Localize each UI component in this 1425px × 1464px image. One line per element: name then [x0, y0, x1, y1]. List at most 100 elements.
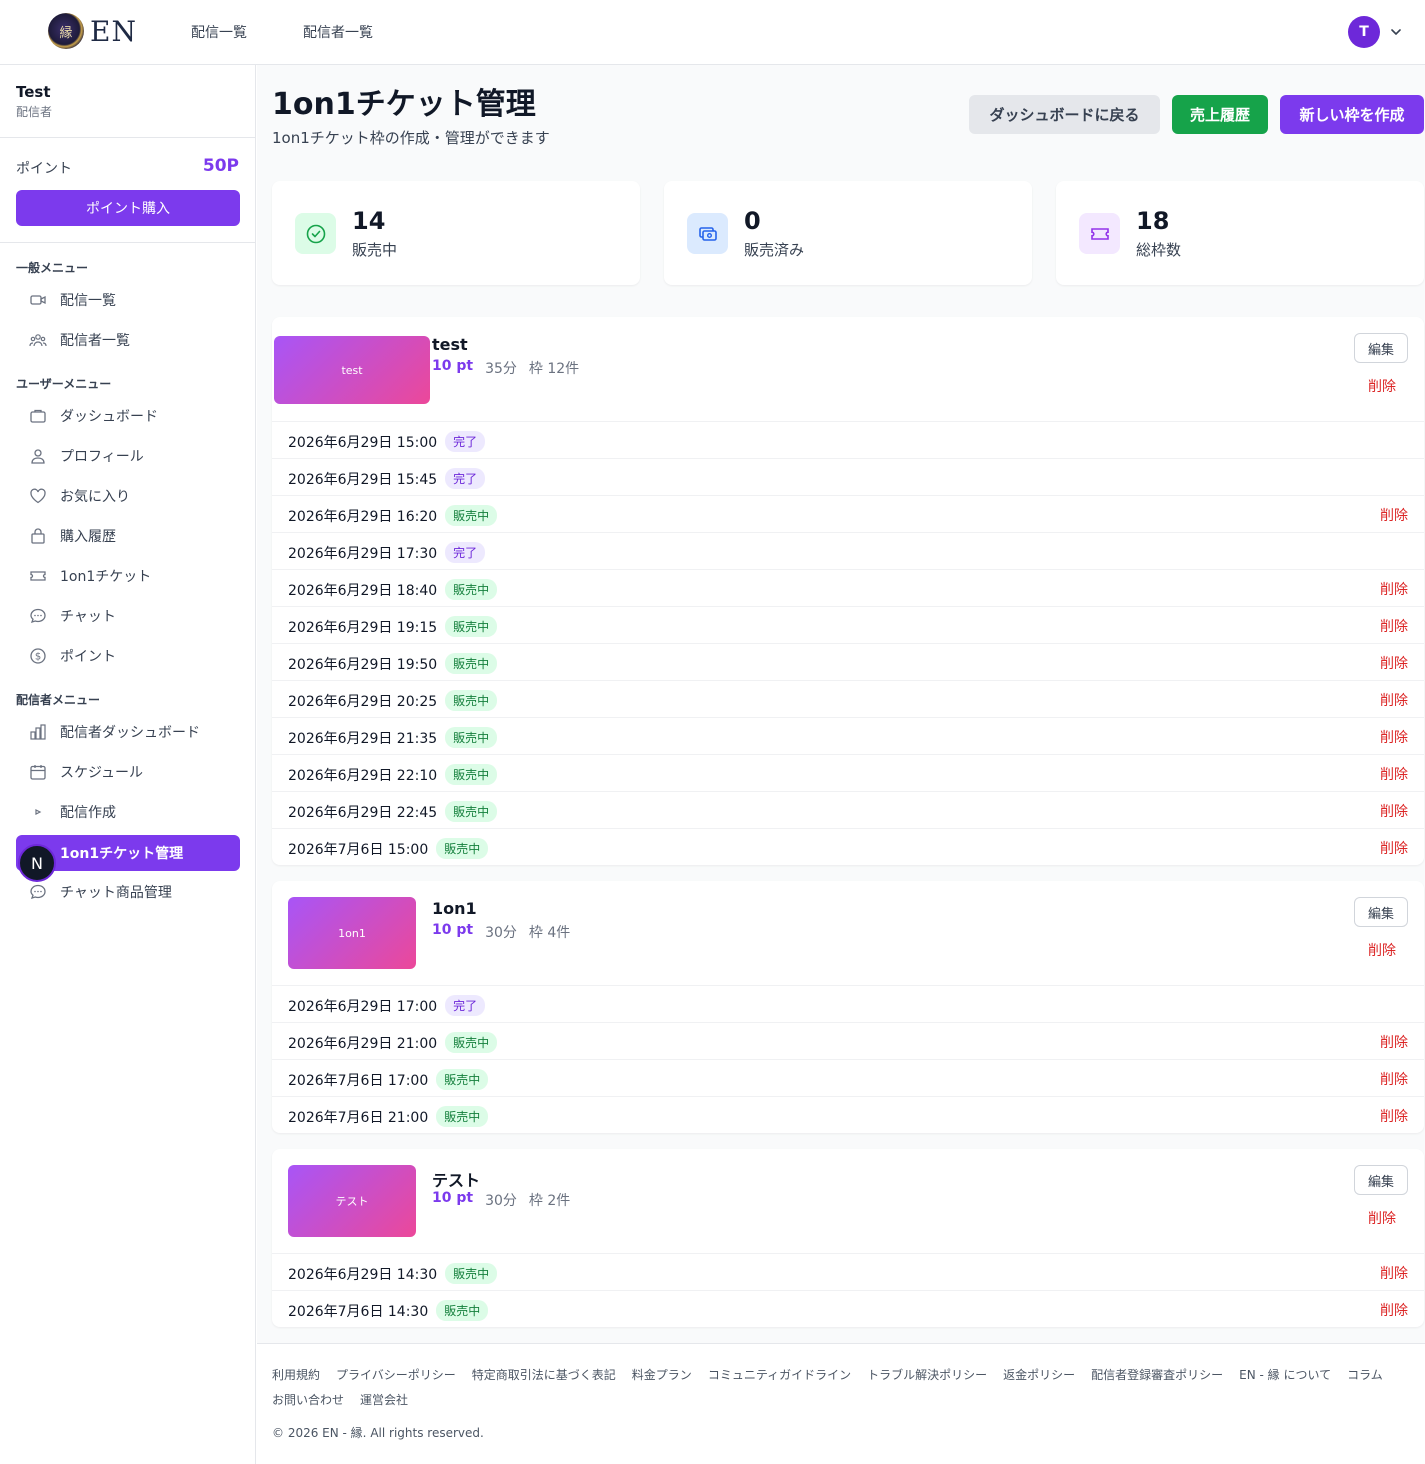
ticket-slot-count: 枠 2件: [528, 1193, 571, 1209]
chevron-down-icon[interactable]: [1388, 24, 1404, 40]
slot-row: 2026年6月29日 17:30 完了: [272, 532, 1424, 569]
slot-row: 2026年7月6日 17:00 販売中 削除: [272, 1059, 1424, 1096]
slot-datetime: 2026年6月29日 21:35: [288, 730, 438, 747]
sidebar: Test 配信者 ポイント 50P ポイント購入 一般メニュー 配信一覧 配信者…: [0, 65, 256, 1464]
footer-link[interactable]: EN - 縁 について: [1239, 1366, 1331, 1383]
slot-datetime-group: 2026年7月6日 17:00 販売中: [288, 1069, 489, 1090]
svg-text:$: $: [35, 652, 41, 663]
delete-slot-button[interactable]: 削除: [1380, 616, 1408, 636]
delete-slot-button[interactable]: 削除: [1380, 727, 1408, 747]
nav-streamers-link[interactable]: 配信者一覧: [303, 22, 373, 42]
edit-button[interactable]: 編集: [1354, 897, 1408, 927]
slot-row: 2026年6月29日 19:15 販売中 削除: [272, 606, 1424, 643]
sidebar-item-schedule[interactable]: スケジュール: [16, 754, 240, 790]
sidebar-item-profile[interactable]: プロフィール: [16, 438, 240, 474]
logo-mark: 縁: [48, 13, 84, 49]
footer-link[interactable]: コラム: [1347, 1366, 1383, 1383]
slot-datetime: 2026年6月29日 18:40: [288, 582, 438, 599]
footer-link[interactable]: 利用規約: [272, 1366, 320, 1383]
delete-slot-button[interactable]: 削除: [1380, 653, 1408, 673]
sidebar-item-create-stream[interactable]: 配信作成: [16, 794, 240, 830]
delete-slot-button[interactable]: 削除: [1380, 579, 1408, 599]
sidebar-item-tickets[interactable]: 1on1チケット: [16, 558, 240, 594]
sidebar-item-chat-products[interactable]: チャット商品管理: [16, 874, 240, 910]
slot-row: 2026年6月29日 22:45 販売中 削除: [272, 791, 1424, 828]
slot-row: 2026年6月29日 19:50 販売中 削除: [272, 643, 1424, 680]
delete-slot-button[interactable]: 削除: [1380, 838, 1408, 858]
sidebar-item-streamer-dashboard[interactable]: 配信者ダッシュボード: [16, 714, 240, 750]
footer-link[interactable]: 料金プラン: [632, 1366, 692, 1383]
stat-card-total: 18 総枠数: [1056, 181, 1424, 285]
delete-slot-button[interactable]: 削除: [1380, 801, 1408, 821]
nav-streams-link[interactable]: 配信一覧: [191, 22, 247, 42]
footer-link[interactable]: お問い合わせ: [272, 1391, 344, 1408]
sidebar-item-label: 配信者一覧: [60, 333, 130, 349]
sidebar-item-points[interactable]: $ ポイント: [16, 638, 240, 674]
delete-slot-button[interactable]: 削除: [1380, 1263, 1408, 1283]
ticket-title: テスト: [432, 1171, 481, 1190]
back-to-dashboard-button[interactable]: ダッシュボードに戻る: [969, 95, 1160, 134]
footer-link[interactable]: トラブル解決ポリシー: [867, 1366, 987, 1383]
ticket-duration: 30分: [485, 925, 517, 941]
stat-card-sold: 0 販売済み: [664, 181, 1032, 285]
sidebar-item-label: 配信作成: [60, 805, 116, 821]
sidebar-item-chat[interactable]: チャット: [16, 598, 240, 634]
status-badge: 完了: [445, 468, 486, 489]
sidebar-item-label: スケジュール: [60, 765, 144, 781]
delete-slot-button[interactable]: 削除: [1380, 764, 1408, 784]
sidebar-item-dashboard[interactable]: ダッシュボード: [16, 398, 240, 434]
edit-button[interactable]: 編集: [1354, 333, 1408, 363]
slot-datetime-group: 2026年6月29日 17:00 完了: [288, 995, 486, 1016]
logo[interactable]: 縁 EN: [48, 13, 137, 49]
delete-slot-button[interactable]: 削除: [1380, 505, 1408, 525]
delete-slot-button[interactable]: 削除: [1380, 1069, 1408, 1089]
floating-n-badge[interactable]: N: [18, 844, 56, 882]
slot-row: 2026年6月29日 15:45 完了: [272, 458, 1424, 495]
create-slot-button[interactable]: 新しい枠を作成: [1280, 95, 1424, 134]
footer-link[interactable]: プライバシーポリシー: [336, 1366, 456, 1383]
section-user: ユーザーメニュー: [16, 377, 112, 391]
sidebar-item-purchases[interactable]: 購入履歴: [16, 518, 240, 554]
briefcase-icon: [28, 406, 48, 426]
footer-link[interactable]: 返金ポリシー: [1003, 1366, 1075, 1383]
sidebar-item-streamers[interactable]: 配信者一覧: [16, 322, 240, 358]
section-streamer: 配信者メニュー: [16, 693, 101, 707]
slot-row: 2026年6月29日 15:00 完了: [272, 421, 1424, 458]
slot-datetime: 2026年6月29日 22:10: [288, 767, 438, 784]
footer-link[interactable]: コミュニティガイドライン: [708, 1366, 851, 1383]
delete-ticket-button[interactable]: 削除: [1368, 376, 1396, 396]
ticket-title: test: [432, 335, 468, 354]
ticket-title: 1on1: [432, 899, 477, 918]
status-badge: 販売中: [445, 1032, 498, 1053]
delete-slot-button[interactable]: 削除: [1380, 1032, 1408, 1052]
sales-history-button[interactable]: 売上履歴: [1172, 95, 1268, 134]
delete-slot-button[interactable]: 削除: [1380, 1300, 1408, 1320]
sidebar-item-favorites[interactable]: お気に入り: [16, 478, 240, 514]
footer-link[interactable]: 配信者登録審査ポリシー: [1091, 1366, 1223, 1383]
chat-bubble-icon: [28, 606, 48, 626]
footer-link[interactable]: 特定商取引法に基づく表記: [472, 1366, 616, 1383]
page-subtitle: 1on1チケット枠の作成・管理ができます: [272, 129, 550, 147]
slot-row: 2026年7月6日 14:30 販売中 削除: [272, 1290, 1424, 1327]
delete-ticket-button[interactable]: 削除: [1368, 940, 1396, 960]
footer-link[interactable]: 運営会社: [360, 1391, 408, 1408]
section-general: 一般メニュー: [16, 261, 89, 275]
play-icon: [28, 802, 48, 822]
delete-slot-button[interactable]: 削除: [1380, 1106, 1408, 1126]
slot-datetime: 2026年6月29日 22:45: [288, 804, 438, 821]
points-value: 50P: [202, 156, 239, 176]
slot-datetime: 2026年6月29日 19:15: [288, 619, 438, 636]
delete-slot-button[interactable]: 削除: [1380, 690, 1408, 710]
status-badge: 販売中: [436, 838, 489, 859]
slot-datetime-group: 2026年6月29日 15:45 完了: [288, 468, 486, 489]
users-icon: [28, 330, 48, 350]
user-avatar[interactable]: T: [1348, 16, 1380, 48]
slot-row: 2026年6月29日 22:10 販売中 削除: [272, 754, 1424, 791]
delete-ticket-button[interactable]: 削除: [1368, 1208, 1396, 1228]
slot-datetime: 2026年7月6日 17:00: [288, 1072, 429, 1089]
sidebar-item-streams[interactable]: 配信一覧: [16, 282, 240, 318]
edit-button[interactable]: 編集: [1354, 1165, 1408, 1195]
ticket-points: 10 pt: [432, 922, 474, 938]
ticket-points: 10 pt: [432, 1190, 474, 1206]
buy-points-button[interactable]: ポイント購入: [16, 190, 240, 226]
